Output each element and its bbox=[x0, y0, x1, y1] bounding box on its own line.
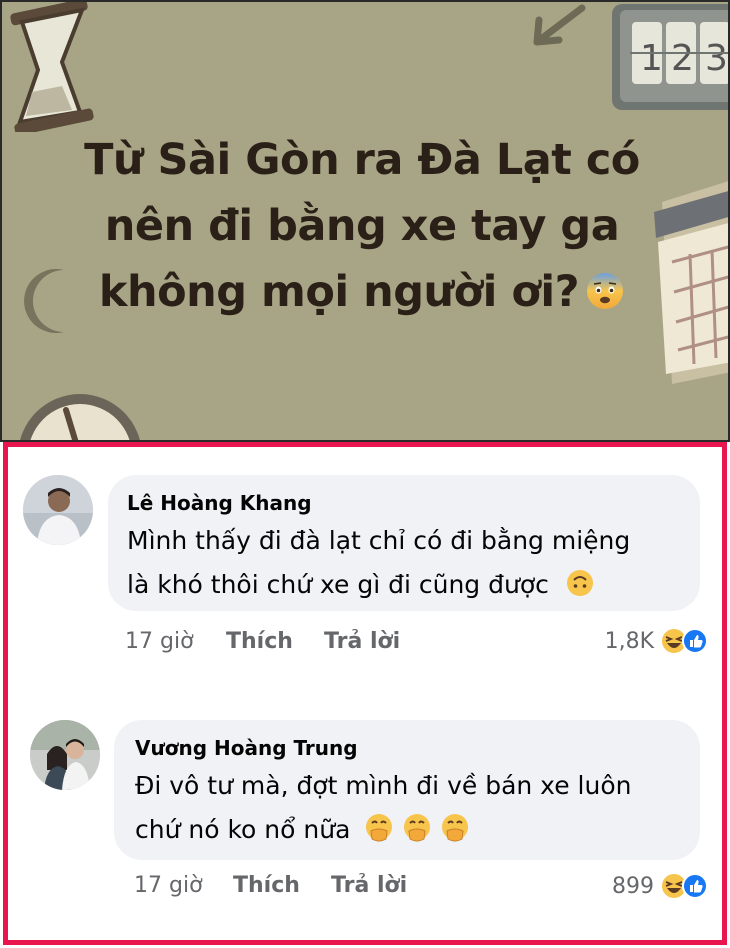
reaction-count: 1,8K bbox=[604, 628, 654, 654]
comment-text-line: là khó thôi chứ xe gì đi cũng được bbox=[127, 570, 549, 599]
post-title-line: Từ Sài Gòn ra Đà Lạt có bbox=[84, 135, 640, 185]
comment-text-line: chứ nó ko nổ nữa bbox=[135, 815, 351, 844]
avatar-photo bbox=[30, 720, 100, 790]
reply-link[interactable]: Trả lời bbox=[331, 873, 407, 898]
svg-text:3: 3 bbox=[705, 38, 728, 79]
avatar-photo bbox=[23, 475, 93, 545]
face-with-hand-over-mouth-emoji bbox=[404, 814, 431, 842]
comment-text-line: Đi vô tư mà, đợt mình đi về bán xe luôn bbox=[135, 771, 632, 800]
avatar[interactable] bbox=[30, 720, 100, 790]
comment-time[interactable]: 17 giờ bbox=[125, 629, 194, 654]
comment-author[interactable]: Lê Hoàng Khang bbox=[127, 491, 312, 515]
like-emoji bbox=[682, 628, 708, 654]
reaction-summary[interactable]: 1,8K bbox=[605, 625, 708, 657]
post-title-line: không mọi người ơi? bbox=[98, 267, 580, 317]
flip-clock-icon: 1 2 3 bbox=[612, 4, 728, 110]
comment-text-line: Mình thấy đi đà lạt chỉ có đi bằng miệng bbox=[127, 526, 631, 555]
reaction-summary[interactable]: 899 bbox=[612, 870, 708, 902]
comment-text: Mình thấy đi đà lạt chỉ có đi bằng miệng… bbox=[127, 519, 630, 607]
arrow-icon bbox=[533, 4, 586, 46]
reply-link[interactable]: Trả lời bbox=[324, 629, 400, 654]
like-link[interactable]: Thích bbox=[226, 629, 293, 654]
svg-text:1: 1 bbox=[640, 38, 663, 79]
face-with-hand-over-mouth-emoji bbox=[442, 814, 469, 842]
like-emoji bbox=[682, 873, 708, 899]
emoji-group bbox=[364, 812, 470, 842]
post-title: Từ Sài Gòn ra Đà Lạt có nên đi bằng xe t… bbox=[42, 127, 682, 325]
hourglass-icon bbox=[10, 2, 94, 132]
clock-icon bbox=[20, 394, 140, 440]
comment-author[interactable]: Vương Hoàng Trung bbox=[135, 736, 358, 760]
avatar[interactable] bbox=[23, 475, 93, 545]
face-with-hand-over-mouth-emoji bbox=[366, 814, 393, 842]
post-image: 1 2 3 Từ Sài Gòn ra Đà Lạt có nên đi bằn… bbox=[0, 0, 730, 442]
comment-time[interactable]: 17 giờ bbox=[134, 873, 203, 898]
like-link[interactable]: Thích bbox=[233, 873, 300, 898]
reaction-count: 899 bbox=[612, 873, 654, 899]
fearful-face-emoji bbox=[587, 272, 624, 309]
post-title-line: nên đi bằng xe tay ga bbox=[104, 201, 620, 251]
upside-down-face-emoji bbox=[566, 570, 593, 596]
moon-icon bbox=[392, 2, 450, 52]
svg-text:2: 2 bbox=[671, 38, 694, 79]
comment-text: Đi vô tư mà, đợt mình đi về bán xe luôn … bbox=[135, 764, 631, 852]
comments-section: Lê Hoàng Khang Mình thấy đi đà lạt chỉ c… bbox=[3, 442, 727, 945]
